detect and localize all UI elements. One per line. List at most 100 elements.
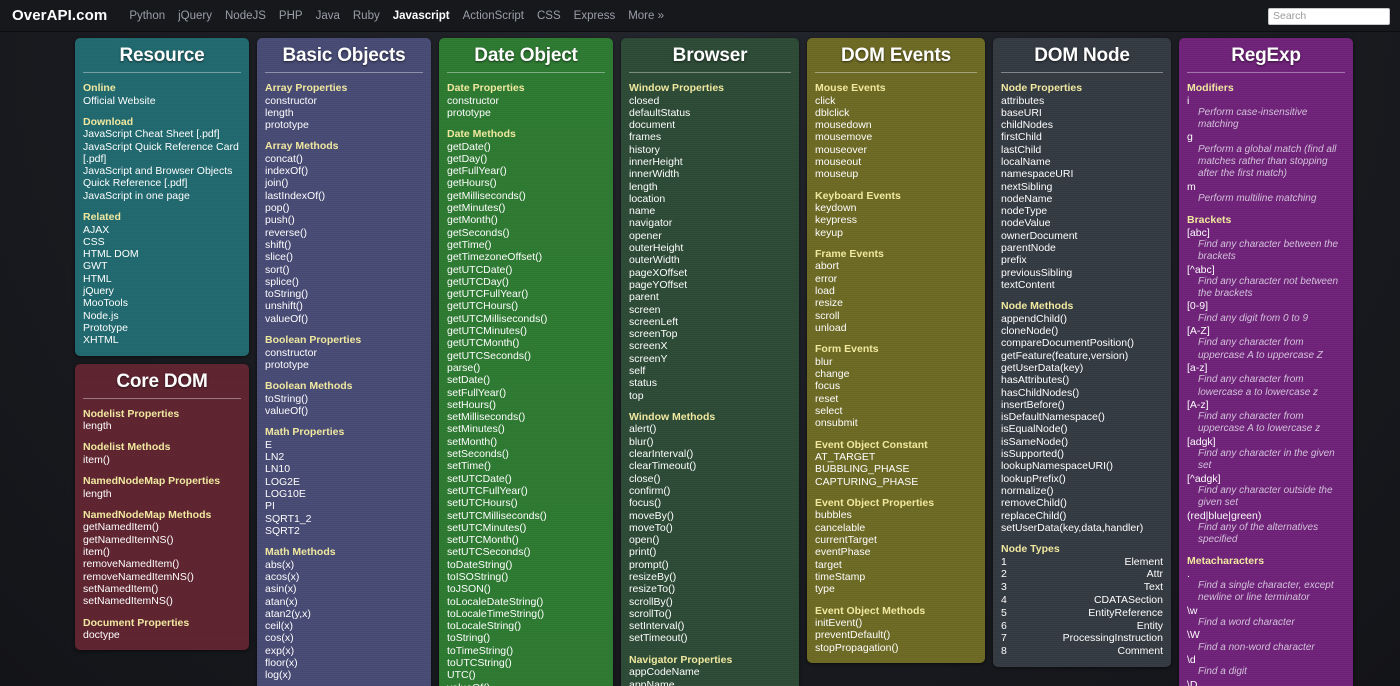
list-item[interactable]: focus(): [629, 497, 791, 509]
list-item[interactable]: JavaScript and Browser Objects Quick Ref…: [83, 165, 241, 190]
list-item[interactable]: toString(): [265, 393, 423, 405]
list-item[interactable]: parentNode: [1001, 242, 1163, 254]
list-item[interactable]: valueOf(): [265, 313, 423, 325]
list-item[interactable]: unshift(): [265, 300, 423, 312]
list-item[interactable]: AJAX: [83, 224, 241, 236]
list-item[interactable]: localName: [1001, 156, 1163, 168]
list-item[interactable]: setUTCMilliseconds(): [447, 510, 605, 522]
list-item[interactable]: screenX: [629, 340, 791, 352]
list-item[interactable]: shift(): [265, 239, 423, 251]
definition-term[interactable]: [^adgk]: [1187, 473, 1345, 485]
list-item[interactable]: setUTCDate(): [447, 473, 605, 485]
list-item[interactable]: mouseup: [815, 168, 977, 180]
list-item[interactable]: history: [629, 144, 791, 156]
list-item[interactable]: atan(x): [265, 596, 423, 608]
list-item[interactable]: screen: [629, 304, 791, 316]
list-item[interactable]: length: [265, 107, 423, 119]
list-item[interactable]: isEqualNode(): [1001, 423, 1163, 435]
list-item[interactable]: open(): [629, 534, 791, 546]
list-item[interactable]: hasAttributes(): [1001, 374, 1163, 386]
list-item[interactable]: navigator: [629, 217, 791, 229]
nav-link-more[interactable]: More »: [628, 10, 664, 22]
list-item[interactable]: push(): [265, 214, 423, 226]
list-item[interactable]: setUserData(key,data,handler): [1001, 522, 1163, 534]
nav-link-java[interactable]: Java: [316, 10, 340, 22]
list-item[interactable]: mouseout: [815, 156, 977, 168]
definition-term[interactable]: \w: [1187, 605, 1345, 617]
site-logo[interactable]: OverAPI.com: [12, 7, 107, 24]
list-item[interactable]: pop(): [265, 202, 423, 214]
list-item[interactable]: setFullYear(): [447, 387, 605, 399]
list-item[interactable]: textContent: [1001, 279, 1163, 291]
definition-term[interactable]: m: [1187, 181, 1345, 193]
list-item[interactable]: getDate(): [447, 141, 605, 153]
list-item[interactable]: close(): [629, 473, 791, 485]
list-item[interactable]: change: [815, 368, 977, 380]
list-item[interactable]: setTime(): [447, 460, 605, 472]
list-item[interactable]: removeNamedItemNS(): [83, 571, 241, 583]
definition-term[interactable]: [abc]: [1187, 227, 1345, 239]
nav-link-jquery[interactable]: jQuery: [178, 10, 212, 22]
list-item[interactable]: getMonth(): [447, 214, 605, 226]
definition-term[interactable]: [a-z]: [1187, 362, 1345, 374]
nav-link-nodejs[interactable]: NodeJS: [225, 10, 266, 22]
list-item[interactable]: constructor: [265, 347, 423, 359]
list-item[interactable]: toString(): [447, 632, 605, 644]
nav-link-python[interactable]: Python: [129, 10, 165, 22]
list-item[interactable]: removeChild(): [1001, 497, 1163, 509]
definition-term[interactable]: (red|blue|green): [1187, 510, 1345, 522]
list-item[interactable]: toJSON(): [447, 583, 605, 595]
list-item[interactable]: lookupPrefix(): [1001, 473, 1163, 485]
list-item[interactable]: appName: [629, 679, 791, 686]
list-item[interactable]: opener: [629, 230, 791, 242]
list-item[interactable]: load: [815, 285, 977, 297]
list-item[interactable]: resizeTo(): [629, 583, 791, 595]
list-item[interactable]: getUTCFullYear(): [447, 288, 605, 300]
list-item[interactable]: JavaScript Quick Reference Card [.pdf]: [83, 141, 241, 166]
list-item[interactable]: setTimeout(): [629, 632, 791, 644]
list-item[interactable]: GWT: [83, 260, 241, 272]
list-item[interactable]: getUTCHours(): [447, 300, 605, 312]
list-item[interactable]: JavaScript Cheat Sheet [.pdf]: [83, 128, 241, 140]
list-item[interactable]: setUTCMonth(): [447, 534, 605, 546]
list-item[interactable]: getFullYear(): [447, 165, 605, 177]
list-item[interactable]: getUTCDate(): [447, 264, 605, 276]
list-item[interactable]: getMinutes(): [447, 202, 605, 214]
list-item[interactable]: alert(): [629, 423, 791, 435]
list-item[interactable]: valueOf(): [265, 405, 423, 417]
definition-term[interactable]: \W: [1187, 629, 1345, 641]
list-item[interactable]: ownerDocument: [1001, 230, 1163, 242]
list-item[interactable]: LN2: [265, 451, 423, 463]
definition-term[interactable]: g: [1187, 131, 1345, 143]
list-item[interactable]: HTML DOM: [83, 248, 241, 260]
list-item[interactable]: setUTCMinutes(): [447, 522, 605, 534]
list-item[interactable]: ceil(x): [265, 620, 423, 632]
list-item[interactable]: frames: [629, 131, 791, 143]
list-item[interactable]: splice(): [265, 276, 423, 288]
list-item[interactable]: Official Website: [83, 95, 241, 107]
list-item[interactable]: pageXOffset: [629, 267, 791, 279]
list-item[interactable]: toUTCString(): [447, 657, 605, 669]
list-item[interactable]: blur(): [629, 436, 791, 448]
list-item[interactable]: setSeconds(): [447, 448, 605, 460]
list-item[interactable]: baseURI: [1001, 107, 1163, 119]
list-item[interactable]: acos(x): [265, 571, 423, 583]
list-item[interactable]: toLocaleDateString(): [447, 596, 605, 608]
list-item[interactable]: nextSibling: [1001, 181, 1163, 193]
list-item[interactable]: toLocaleTimeString(): [447, 608, 605, 620]
list-item[interactable]: mousedown: [815, 119, 977, 131]
list-item[interactable]: firstChild: [1001, 131, 1163, 143]
list-item[interactable]: getUTCMonth(): [447, 337, 605, 349]
list-item[interactable]: setUTCHours(): [447, 497, 605, 509]
list-item[interactable]: outerWidth: [629, 254, 791, 266]
nav-link-css[interactable]: CSS: [537, 10, 561, 22]
list-item[interactable]: valueOf(): [447, 682, 605, 686]
list-item[interactable]: childNodes: [1001, 119, 1163, 131]
list-item[interactable]: E: [265, 439, 423, 451]
list-item[interactable]: closed: [629, 95, 791, 107]
list-item[interactable]: setUTCFullYear(): [447, 485, 605, 497]
list-item[interactable]: LOG2E: [265, 476, 423, 488]
list-item[interactable]: prototype: [265, 119, 423, 131]
list-item[interactable]: doctype: [83, 629, 241, 641]
list-item[interactable]: top: [629, 390, 791, 402]
